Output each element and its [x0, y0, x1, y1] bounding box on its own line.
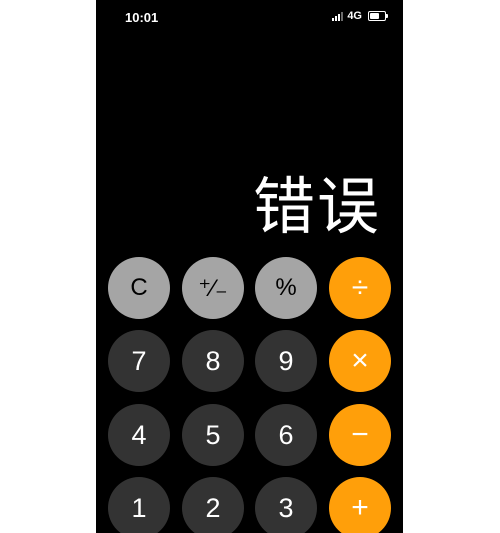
minus-button[interactable]: − — [329, 404, 391, 466]
sign-toggle-button[interactable]: ⁺∕₋ — [182, 257, 244, 319]
multiply-button[interactable]: × — [329, 330, 391, 392]
digit-7-button[interactable]: 7 — [108, 330, 170, 392]
digit-5-button[interactable]: 5 — [182, 404, 244, 466]
digit-8-button[interactable]: 8 — [182, 330, 244, 392]
divide-button[interactable]: ÷ — [329, 257, 391, 319]
plus-button[interactable]: + — [329, 477, 391, 533]
digit-4-button[interactable]: 4 — [108, 404, 170, 466]
clear-button[interactable]: C — [108, 257, 170, 319]
digit-2-button[interactable]: 2 — [182, 477, 244, 533]
calculator-screen: 10:01 4G 错误 C ⁺∕₋ % ÷ 7 8 9 × 4 5 6 − 1 … — [96, 0, 403, 533]
digit-1-button[interactable]: 1 — [108, 477, 170, 533]
digit-6-button[interactable]: 6 — [255, 404, 317, 466]
digit-3-button[interactable]: 3 — [255, 477, 317, 533]
percent-button[interactable]: % — [255, 257, 317, 319]
keypad: C ⁺∕₋ % ÷ 7 8 9 × 4 5 6 − 1 2 3 + — [96, 0, 403, 533]
digit-9-button[interactable]: 9 — [255, 330, 317, 392]
